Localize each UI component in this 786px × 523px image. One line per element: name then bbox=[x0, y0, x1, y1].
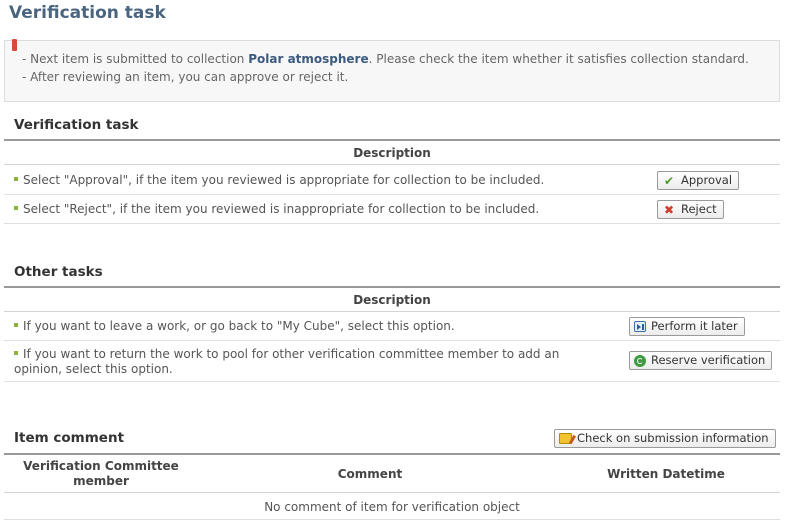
verification-header: Description bbox=[4, 141, 780, 165]
approval-button-label: Approval bbox=[681, 173, 733, 187]
page-title: Verification task bbox=[9, 3, 166, 23]
empty-comment-row: No comment of item for verification obje… bbox=[4, 494, 780, 520]
collection-name: Polar atmosphere bbox=[248, 52, 369, 66]
bullet-icon bbox=[14, 176, 18, 181]
check-submission-button[interactable]: Check on submission information bbox=[554, 429, 776, 448]
column-committee-member: Verification Committee member bbox=[23, 459, 179, 488]
table-row: Select "Approval", if the item you revie… bbox=[4, 166, 780, 195]
row-text: Select "Approval", if the item you revie… bbox=[23, 173, 545, 187]
other-section-title: Other tasks bbox=[14, 264, 103, 280]
bullet-icon bbox=[14, 205, 18, 210]
folder-pencil-icon bbox=[559, 433, 572, 444]
verification-table: Description Select "Approval", if the it… bbox=[4, 139, 780, 224]
other-header: Description bbox=[4, 288, 780, 312]
comment-table: Verification Committee member Comment Wr… bbox=[4, 453, 780, 521]
notice-line-2: - After reviewing an item, you can appro… bbox=[22, 70, 349, 84]
notice-line-1-prefix: - Next item is submitted to collection bbox=[22, 52, 249, 66]
reject-button-label: Reject bbox=[681, 202, 717, 216]
x-icon: ✖ bbox=[663, 202, 675, 217]
row-text: Select "Reject", if the item you reviewe… bbox=[23, 202, 540, 216]
check-submission-button-label: Check on submission information bbox=[577, 431, 769, 445]
flag-icon bbox=[12, 39, 17, 51]
perform-later-button-label: Perform it later bbox=[651, 319, 738, 333]
approval-button[interactable]: ✔ Approval bbox=[657, 171, 740, 190]
other-tasks-table: Description If you want to leave a work,… bbox=[4, 286, 780, 382]
perform-later-button[interactable]: Perform it later bbox=[629, 317, 745, 336]
table-row: Select "Reject", if the item you reviewe… bbox=[4, 195, 780, 224]
notice-line-1: - Next item is submitted to collection P… bbox=[22, 52, 749, 66]
bullet-icon bbox=[14, 322, 18, 327]
refresh-icon bbox=[634, 354, 646, 367]
reserve-verification-button[interactable]: Reserve verification bbox=[629, 351, 773, 370]
row-text: If you want to leave a work, or go back … bbox=[23, 319, 455, 333]
notice-box: - Next item is submitted to collection P… bbox=[4, 39, 780, 102]
table-row: If you want to return the work to pool f… bbox=[4, 341, 780, 382]
comment-section-title: Item comment bbox=[14, 430, 125, 446]
reserve-verification-button-label: Reserve verification bbox=[651, 353, 766, 367]
verification-section-title: Verification task bbox=[14, 117, 139, 133]
column-written-datetime: Written Datetime bbox=[607, 466, 725, 481]
column-comment: Comment bbox=[337, 466, 403, 481]
table-row: If you want to leave a work, or go back … bbox=[4, 313, 780, 341]
bullet-icon bbox=[14, 350, 18, 355]
play-pause-icon bbox=[634, 321, 646, 332]
row-text: If you want to return the work to pool f… bbox=[14, 347, 560, 376]
comment-table-header: Verification Committee member Comment Wr… bbox=[4, 455, 780, 493]
reject-button[interactable]: ✖ Reject bbox=[657, 200, 724, 219]
notice-line-1-suffix: . Please check the item whether it satis… bbox=[368, 52, 749, 66]
check-icon: ✔ bbox=[663, 173, 675, 188]
